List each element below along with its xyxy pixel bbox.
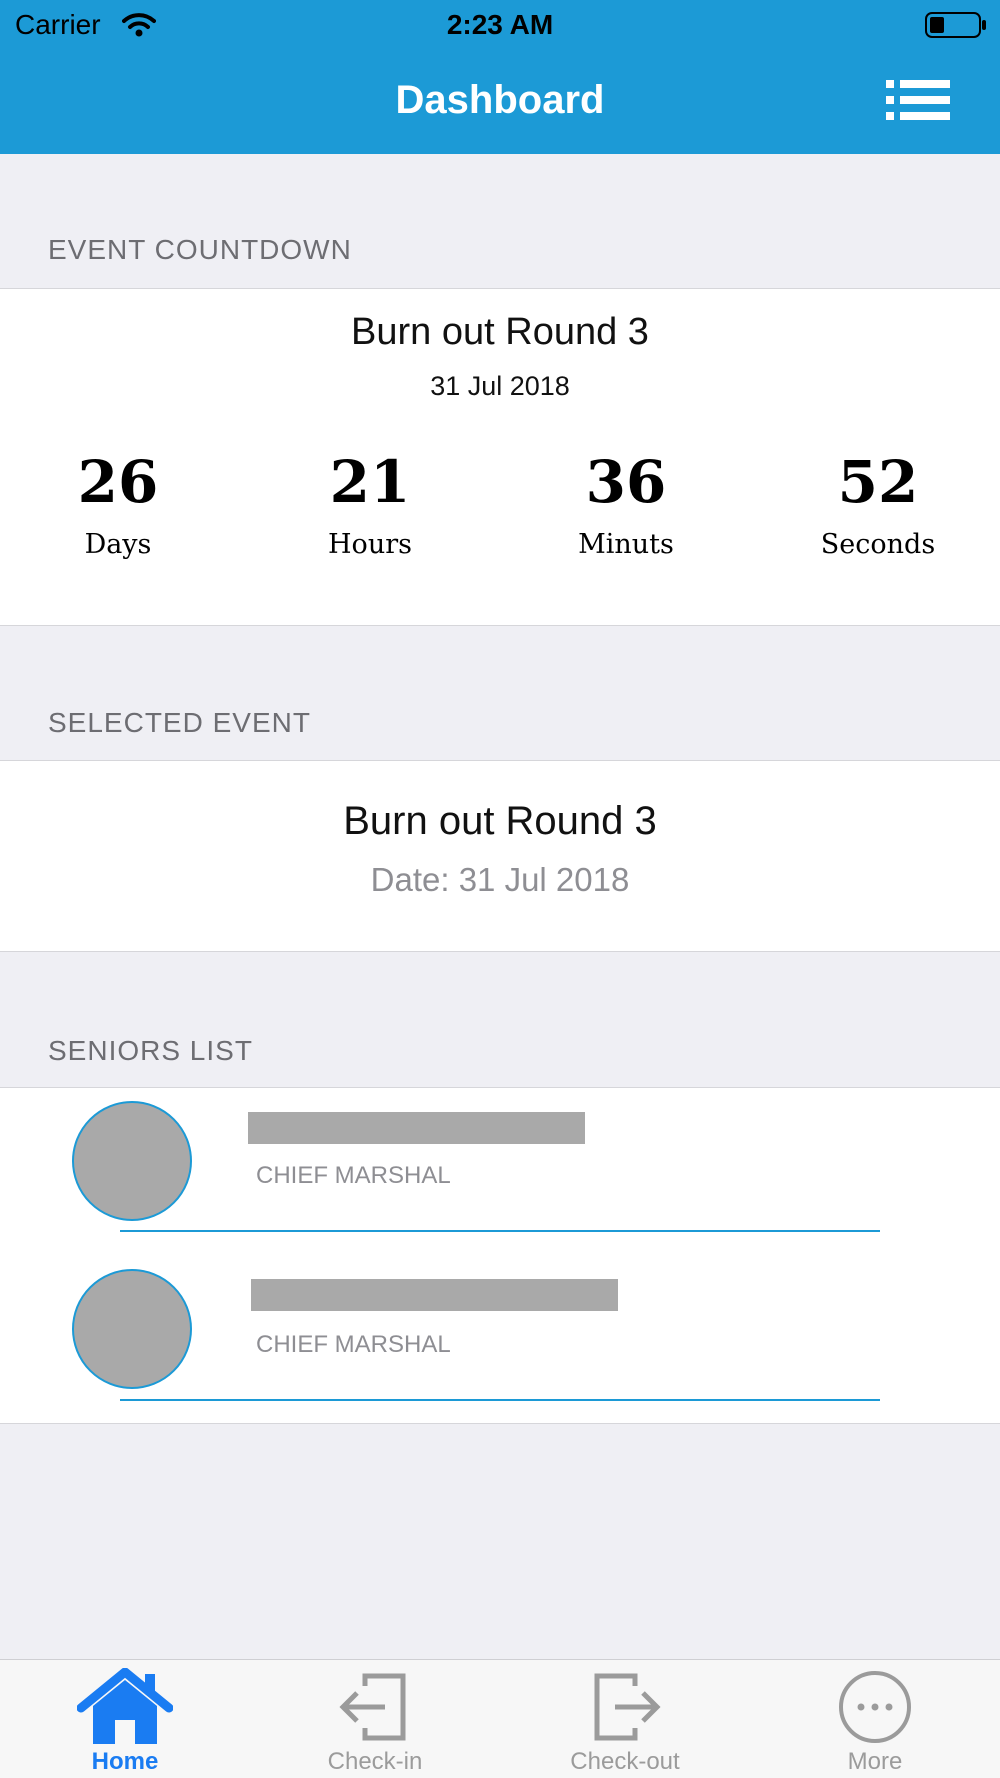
seniors-list: CHIEF MARSHAL CHIEF MARSHAL [0,1087,1000,1424]
countdown-hours: 21 Hours [280,451,460,560]
row-divider [120,1399,880,1401]
tab-label: Home [91,1748,159,1775]
countdown-card: Burn out Round 3 31 Jul 2018 26 Days 21 … [0,288,1000,626]
tab-label: More [847,1748,903,1775]
countdown-value: 52 [837,448,919,516]
countdown-value: 21 [329,448,411,516]
battery-icon [925,12,987,43]
senior-name-redacted [251,1279,618,1311]
countdown-event-name: Burn out Round 3 [351,311,649,353]
senior-role: CHIEF MARSHAL [256,1162,451,1189]
countdown-label: Hours [328,529,412,560]
countdown-header: EVENT COUNTDOWN [48,234,352,265]
countdown-days: 26 Days [28,451,208,560]
countdown-label: Seconds [820,529,936,560]
tab-more[interactable]: More [750,1660,1000,1778]
row-divider [120,1230,880,1232]
list-item[interactable]: CHIEF MARSHAL [0,1088,1000,1256]
countdown-event-date: 31 Jul 2018 [430,371,570,401]
tab-check-out[interactable]: Check-out [500,1660,750,1778]
avatar [72,1269,192,1389]
selected-event-card[interactable]: Burn out Round 3 Date: 31 Jul 2018 [0,760,1000,952]
status-time: 2:23 AM [446,9,554,40]
countdown-value: 26 [77,448,159,516]
top-bar: Carrier 2:23 AM Dashboard [0,0,1000,154]
selected-event-date: Date: 31 Jul 2018 [370,861,630,898]
selected-event-name: Burn out Round 3 [343,799,657,843]
tab-check-in[interactable]: Check-in [250,1660,500,1778]
list-icon[interactable] [886,78,954,122]
senior-role: CHIEF MARSHAL [256,1331,451,1358]
countdown-value: 36 [585,448,667,516]
senior-name-redacted [248,1112,585,1144]
tab-home[interactable]: Home [0,1660,250,1778]
tab-bar: Home Check-in Check-out More [0,1659,1000,1778]
avatar [72,1101,192,1221]
seniors-header: SENIORS LIST [48,1035,253,1066]
countdown-label: Minuts [578,529,674,560]
page-title: Dashboard [395,78,605,122]
tab-label: Check-in [327,1748,423,1775]
countdown-seconds: 52 Seconds [788,451,968,560]
countdown-label: Days [84,529,152,560]
tab-label: Check-out [570,1748,680,1775]
selected-event-header: SELECTED EVENT [48,707,311,738]
countdown-minutes: 36 Minuts [536,451,716,560]
list-item[interactable]: CHIEF MARSHAL [0,1256,1000,1424]
